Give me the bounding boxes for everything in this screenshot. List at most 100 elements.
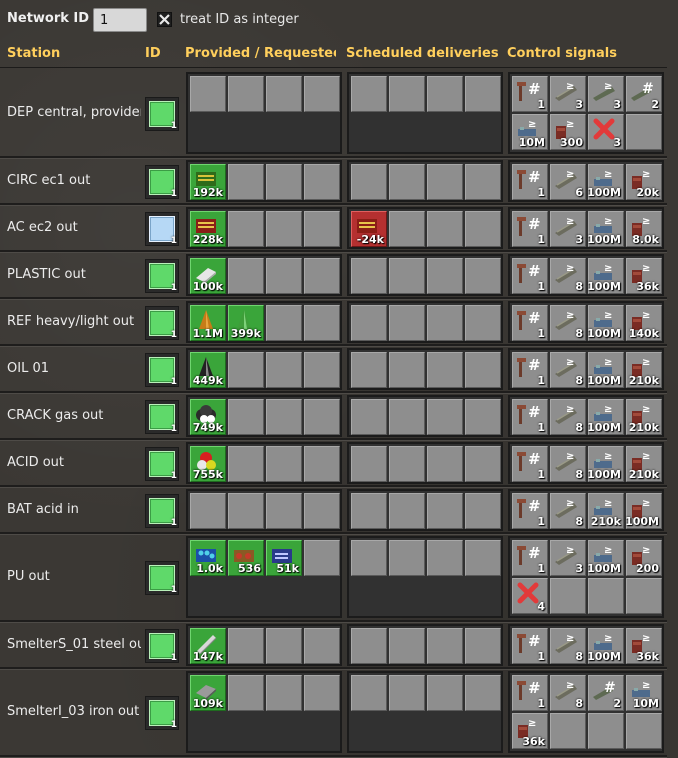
scheduled-slot[interactable] xyxy=(389,76,425,112)
control-slot[interactable]: ≥8 xyxy=(550,305,586,341)
provided-slot[interactable] xyxy=(266,493,302,529)
scheduled-slot[interactable] xyxy=(427,305,463,341)
scheduled-slot[interactable]: -24k xyxy=(351,211,387,247)
station-row[interactable]: CIRC ec1 out 1 192k #1 ≥6 ≥100M ≥20k xyxy=(0,158,667,205)
provided-slot[interactable] xyxy=(228,493,264,529)
control-slot[interactable] xyxy=(626,713,662,749)
provided-slot[interactable]: 51k xyxy=(266,540,302,576)
control-slot[interactable] xyxy=(550,713,586,749)
provided-slot[interactable] xyxy=(304,211,340,247)
control-slot[interactable]: ≥100M xyxy=(587,446,624,482)
control-slot[interactable]: ≥10M xyxy=(626,675,662,711)
control-slot[interactable] xyxy=(550,578,586,614)
scheduled-slot[interactable] xyxy=(427,76,463,112)
scheduled-slot[interactable] xyxy=(465,305,501,341)
provided-slot[interactable] xyxy=(228,164,264,200)
provided-slot[interactable] xyxy=(228,352,264,388)
provided-slot[interactable] xyxy=(266,164,302,200)
provided-slot[interactable] xyxy=(266,258,302,294)
provided-slot[interactable] xyxy=(266,446,302,482)
control-slot[interactable]: ≥8.0k xyxy=(626,211,662,247)
header-control-signals[interactable]: Control signals xyxy=(507,46,667,66)
control-slot[interactable]: ≥8 xyxy=(550,493,586,529)
scheduled-slot[interactable] xyxy=(389,211,425,247)
header-id[interactable]: ID xyxy=(145,46,175,66)
provided-slot[interactable] xyxy=(190,76,226,112)
control-slot[interactable]: 3 xyxy=(588,114,624,150)
header-scheduled-deliveries[interactable]: Scheduled deliveries xyxy=(346,46,501,66)
control-slot[interactable]: #1 xyxy=(512,164,548,200)
scheduled-slot[interactable] xyxy=(427,628,463,664)
provided-slot[interactable]: 536 xyxy=(228,540,264,576)
station-row[interactable]: AC ec2 out 1 228k -24k #1 ≥3 ≥100M ≥8.0k xyxy=(0,205,667,252)
control-slot[interactable] xyxy=(588,578,624,614)
scheduled-slot[interactable] xyxy=(427,258,463,294)
control-slot[interactable]: ≥100M xyxy=(587,628,624,664)
scheduled-slot[interactable] xyxy=(465,76,501,112)
station-id-lamp[interactable]: 1 xyxy=(145,165,179,199)
provided-slot[interactable] xyxy=(228,628,264,664)
control-slot[interactable]: #1 xyxy=(512,446,548,482)
provided-slot[interactable]: 147k xyxy=(190,628,226,664)
scheduled-slot[interactable] xyxy=(351,305,387,341)
control-slot[interactable]: ≥3 xyxy=(550,76,586,112)
control-slot[interactable]: ≥8 xyxy=(550,399,586,435)
provided-slot[interactable] xyxy=(266,305,302,341)
scheduled-slot[interactable] xyxy=(389,399,425,435)
provided-slot[interactable] xyxy=(266,675,302,711)
provided-slot[interactable] xyxy=(228,76,264,112)
provided-slot[interactable]: 749k xyxy=(190,399,226,435)
provided-slot[interactable] xyxy=(266,211,302,247)
control-slot[interactable]: ≥6 xyxy=(550,164,586,200)
control-slot[interactable]: ≥8 xyxy=(550,446,586,482)
scheduled-slot[interactable] xyxy=(389,446,425,482)
scheduled-slot[interactable] xyxy=(389,352,425,388)
scheduled-slot[interactable] xyxy=(351,258,387,294)
scheduled-slot[interactable] xyxy=(465,352,501,388)
provided-slot[interactable]: 100k xyxy=(190,258,226,294)
control-slot[interactable]: ≥36k xyxy=(512,713,548,749)
scheduled-slot[interactable] xyxy=(465,493,501,529)
provided-slot[interactable] xyxy=(190,493,226,529)
control-slot[interactable]: #1 xyxy=(512,493,548,529)
station-row[interactable]: SmelterI_03 iron out 1 109k #1 ≥8 #2 ≥10M ≥36k xyxy=(0,669,667,757)
provided-slot[interactable] xyxy=(266,399,302,435)
scheduled-slot[interactable] xyxy=(427,446,463,482)
provided-slot[interactable]: 192k xyxy=(190,164,226,200)
scheduled-slot[interactable] xyxy=(427,540,463,576)
provided-slot[interactable]: 228k xyxy=(190,211,226,247)
provided-slot[interactable] xyxy=(304,258,340,294)
control-slot[interactable]: ≥8 xyxy=(550,258,586,294)
provided-slot[interactable]: 755k xyxy=(190,446,226,482)
control-slot[interactable]: ≥100M xyxy=(587,258,624,294)
provided-slot[interactable] xyxy=(228,399,264,435)
scheduled-slot[interactable] xyxy=(427,211,463,247)
scheduled-slot[interactable] xyxy=(389,164,425,200)
control-slot[interactable]: #1 xyxy=(512,675,548,711)
control-slot[interactable]: #1 xyxy=(512,352,548,388)
scheduled-slot[interactable] xyxy=(427,399,463,435)
scheduled-slot[interactable] xyxy=(465,164,501,200)
scheduled-slot[interactable] xyxy=(427,493,463,529)
control-slot[interactable] xyxy=(626,114,662,150)
scheduled-slot[interactable] xyxy=(389,493,425,529)
control-slot[interactable]: ≥36k xyxy=(626,628,662,664)
control-slot[interactable]: ≥8 xyxy=(550,352,586,388)
control-slot[interactable]: ≥100M xyxy=(587,352,624,388)
scheduled-slot[interactable] xyxy=(465,675,501,711)
treat-id-integer-checkbox[interactable] xyxy=(157,12,172,27)
control-slot[interactable]: #1 xyxy=(512,76,548,112)
station-id-lamp[interactable]: 1 xyxy=(145,696,179,730)
control-slot[interactable]: #1 xyxy=(512,399,548,435)
control-slot[interactable]: ≥300 xyxy=(550,114,586,150)
provided-slot[interactable] xyxy=(266,628,302,664)
control-slot[interactable] xyxy=(626,578,662,614)
scheduled-slot[interactable] xyxy=(465,258,501,294)
scheduled-slot[interactable] xyxy=(351,76,387,112)
scheduled-slot[interactable] xyxy=(389,628,425,664)
control-slot[interactable]: ≥36k xyxy=(626,258,662,294)
station-row[interactable]: DEP central, provider 1 #1 ≥3 ≥3 #2 ≥10M ≥300 3 xyxy=(0,70,667,158)
provided-slot[interactable] xyxy=(304,352,340,388)
control-slot[interactable]: #1 xyxy=(512,258,548,294)
provided-slot[interactable] xyxy=(228,258,264,294)
